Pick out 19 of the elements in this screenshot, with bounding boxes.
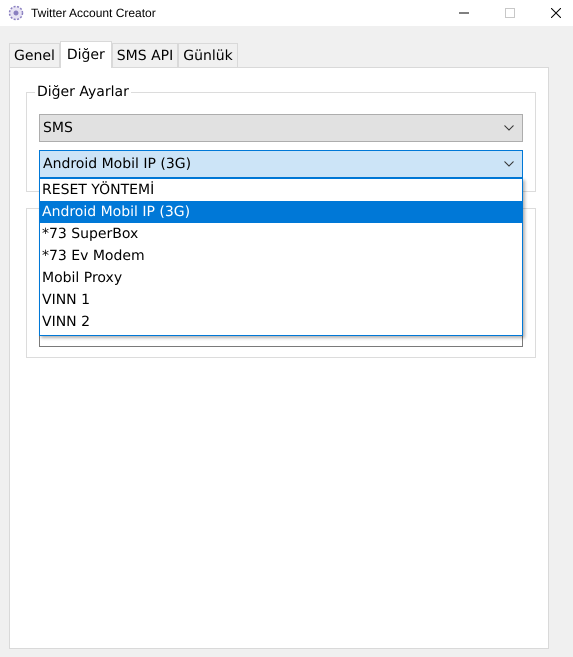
dropdown-option[interactable]: VINN 1 [40, 289, 522, 311]
sms-dropdown[interactable]: SMS [39, 114, 523, 142]
chevron-icon [504, 161, 514, 167]
tab[interactable]: SMS API [112, 43, 178, 67]
chevron-icon [504, 125, 514, 131]
group-title: Diğer Ayarlar [35, 84, 131, 100]
dropdown-option[interactable]: *73 SuperBox [40, 223, 522, 245]
dropdown-option[interactable]: Mobil Proxy [40, 267, 522, 289]
close-icon[interactable] [551, 8, 561, 18]
tab[interactable]: Diğer [60, 41, 112, 68]
dropdown-option[interactable]: RESET YÖNTEMİ [40, 179, 522, 201]
dropdown-option[interactable]: VINN 2 [40, 311, 522, 333]
app-icon [8, 5, 24, 21]
dropdown-option[interactable]: *73 Ev Modem [40, 245, 522, 267]
dropdown-option[interactable]: Android Mobil IP (3G) [40, 201, 522, 223]
reset-method-dropdown[interactable]: Android Mobil IP (3G) [39, 150, 523, 178]
tab[interactable]: Genel [9, 43, 60, 67]
tab[interactable]: Günlük [178, 43, 238, 67]
window-title: Twitter Account Creator [31, 6, 156, 20]
